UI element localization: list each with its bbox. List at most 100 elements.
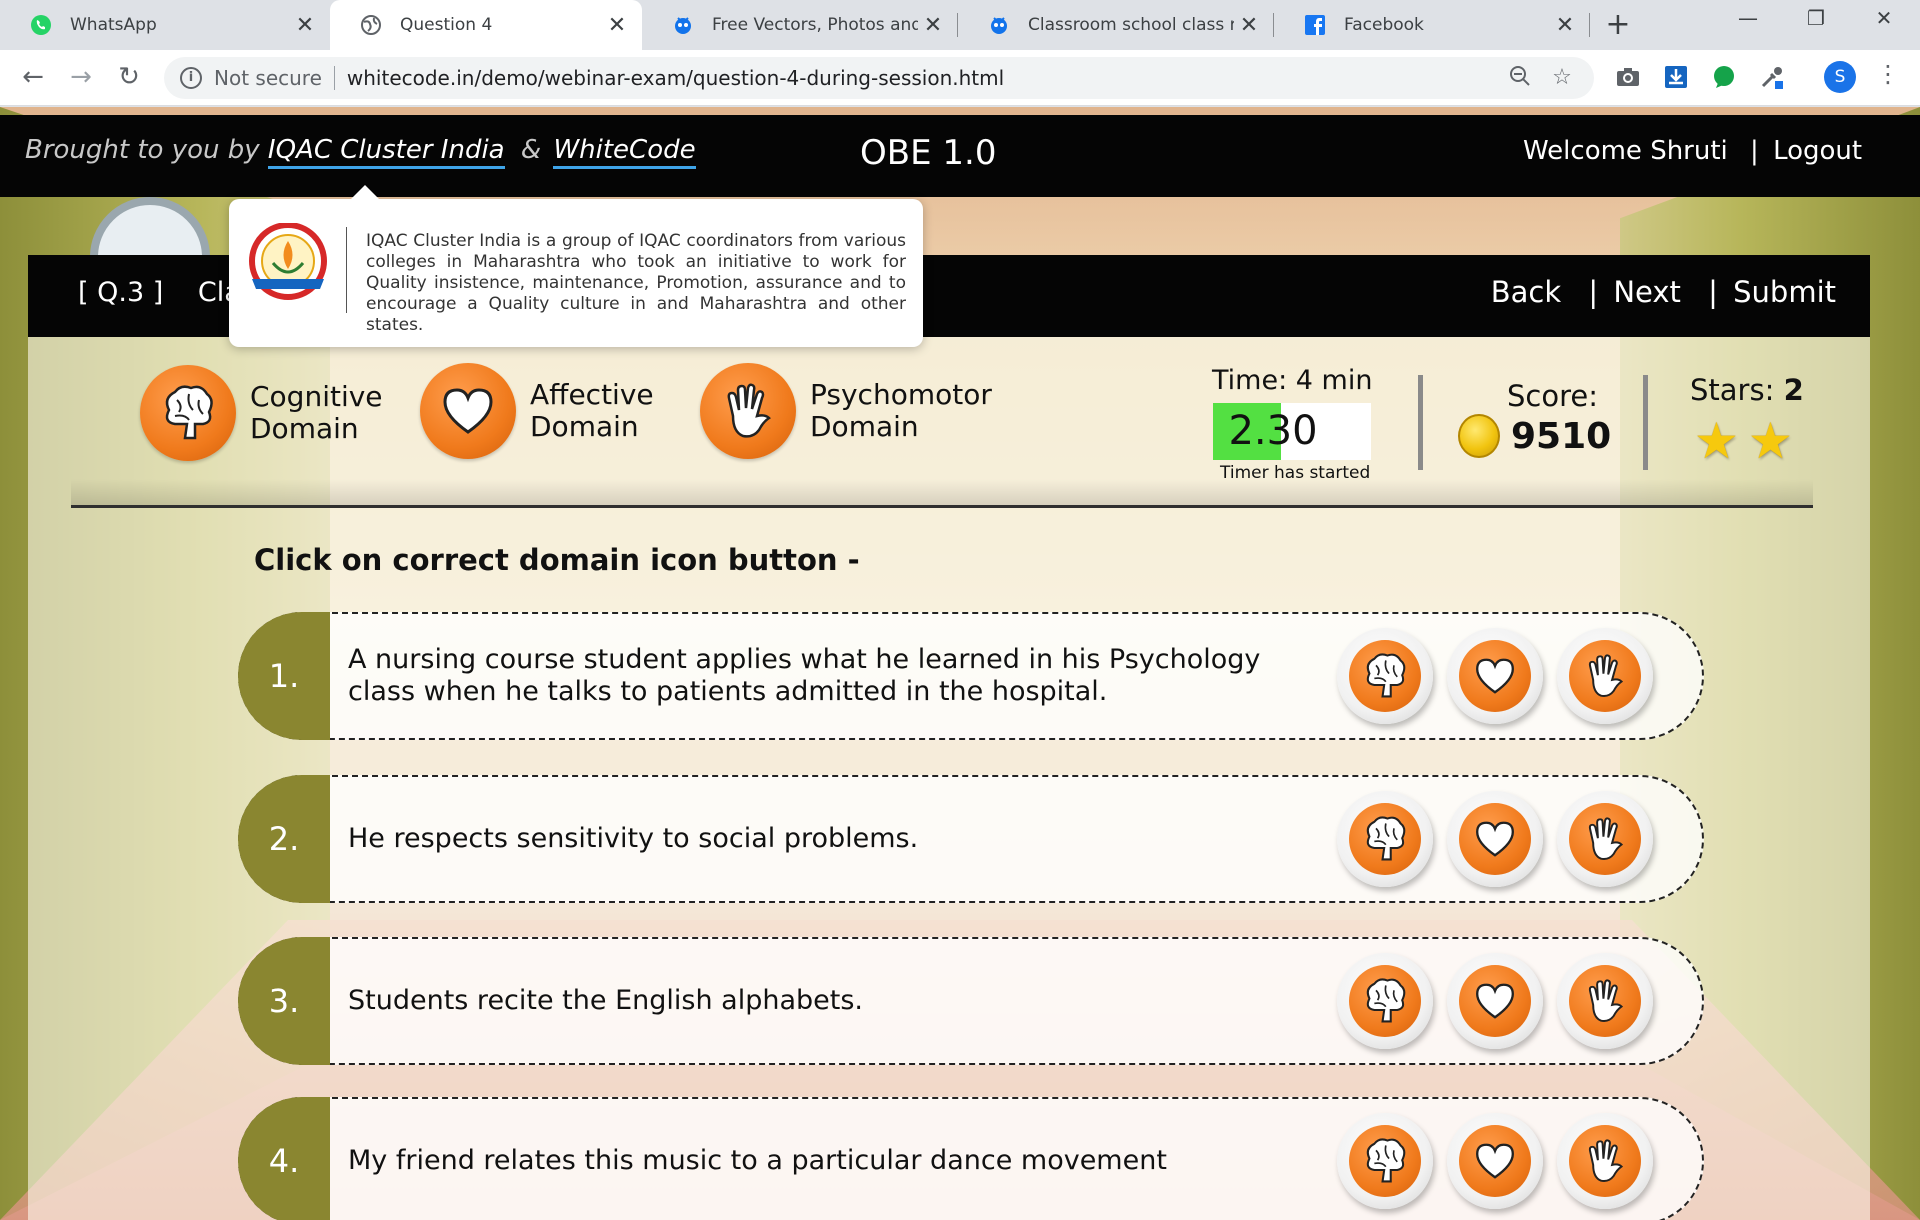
logout-link[interactable]: Logout xyxy=(1773,136,1862,166)
new-tab-button[interactable]: + xyxy=(1600,8,1636,44)
star-bookmark-icon[interactable]: ☆ xyxy=(1547,65,1577,90)
question-navigation: Back | Next | Submit xyxy=(1491,275,1836,309)
psychomotor-answer-button[interactable] xyxy=(1557,628,1653,724)
question-row: 1. A nursing course student applies what… xyxy=(238,612,1704,740)
next-button[interactable]: Next xyxy=(1613,275,1681,309)
close-icon[interactable]: ✕ xyxy=(602,13,632,38)
cognitive-answer-button[interactable] xyxy=(1337,953,1433,1049)
tab-facebook[interactable]: Facebook ✕ xyxy=(1274,0,1590,50)
url-text[interactable]: whitecode.in/demo/webinar-exam/question-… xyxy=(347,66,1004,90)
web-page: Brought to you by IQAC Cluster India & W… xyxy=(0,107,1920,1220)
close-icon[interactable]: ✕ xyxy=(918,13,948,38)
omnibox[interactable]: i Not secure whitecode.in/demo/webinar-e… xyxy=(164,57,1594,99)
tab-freepik-vectors[interactable]: Free Vectors, Photos and PSD ✕ xyxy=(642,0,958,50)
question-text: Students recite the English alphabets. xyxy=(348,985,863,1016)
affective-answer-button[interactable] xyxy=(1447,791,1543,887)
tab-title: Free Vectors, Photos and PSD xyxy=(712,15,918,35)
freepik-icon xyxy=(672,14,694,36)
star-icon: ★ xyxy=(1748,412,1793,470)
tab-title: Classroom school class room xyxy=(1028,15,1234,35)
question-text: My friend relates this music to a partic… xyxy=(348,1145,1167,1176)
question-text: A nursing course student applies what he… xyxy=(348,644,1261,707)
close-icon[interactable]: ✕ xyxy=(1550,13,1580,38)
psychomotor-answer-button[interactable] xyxy=(1557,953,1653,1049)
globe-icon xyxy=(360,14,382,36)
grammar-extension-icon[interactable] xyxy=(1710,63,1738,91)
reload-icon[interactable]: ↻ xyxy=(112,62,146,92)
iqac-info-tooltip: IQAC Cluster India is a group of IQAC co… xyxy=(229,185,923,347)
iqac-logo xyxy=(249,222,327,309)
freepik-icon xyxy=(988,14,1010,36)
score-label: Score: xyxy=(1507,379,1598,413)
brain-icon xyxy=(140,365,236,461)
star-icon: ★ xyxy=(1694,412,1739,470)
affective-answer-button[interactable] xyxy=(1447,953,1543,1049)
timer-label: Time: 4 min xyxy=(1212,365,1373,396)
welcome-text: Welcome Shruti xyxy=(1523,136,1728,166)
heart-icon xyxy=(1476,1143,1514,1179)
tab-classroom[interactable]: Classroom school class room ✕ xyxy=(958,0,1274,50)
tab-question-4[interactable]: Question 4 ✕ xyxy=(330,0,642,50)
tab-separator xyxy=(1589,13,1590,37)
iqac-link[interactable]: IQAC Cluster India xyxy=(267,135,505,169)
question-number: [ Q.3 ] Cla xyxy=(78,277,241,308)
hand-icon xyxy=(1588,1139,1624,1182)
score-value: 9510 xyxy=(1511,416,1612,457)
submit-button[interactable]: Submit xyxy=(1733,275,1836,309)
ampersand: & xyxy=(520,135,542,165)
stars-value: 2 xyxy=(1783,373,1804,407)
question-row: 2. He respects sensitivity to social pro… xyxy=(238,775,1704,903)
instruction-text: Click on correct domain icon button - xyxy=(254,543,860,577)
tab-whatsapp[interactable]: WhatsApp ✕ xyxy=(0,0,330,50)
separator: | xyxy=(1750,136,1759,166)
legend-label: Affective Domain xyxy=(530,378,654,443)
address-bar-row: ← → ↻ i Not secure whitecode.in/demo/web… xyxy=(0,50,1920,106)
camera-icon[interactable] xyxy=(1614,63,1642,91)
stat-divider xyxy=(1643,375,1648,470)
brought-prefix: Brought to you by xyxy=(25,135,260,165)
hand-icon xyxy=(1588,817,1624,860)
omnibox-divider xyxy=(333,66,335,90)
whitecode-link[interactable]: WhiteCode xyxy=(553,135,696,169)
restore-icon[interactable]: ❐ xyxy=(1786,6,1846,30)
forward-arrow-icon[interactable]: → xyxy=(64,62,98,92)
legend-affective-domain: Affective Domain xyxy=(420,363,654,459)
kebab-menu-icon[interactable]: ⋮ xyxy=(1876,60,1900,88)
heart-icon xyxy=(1476,658,1514,694)
user-menu: Welcome Shruti | Logout xyxy=(1523,136,1862,166)
affective-answer-button[interactable] xyxy=(1447,1113,1543,1209)
legend-psychomotor-domain: Psychomotor Domain xyxy=(700,363,992,459)
question-row: 4. My friend relates this music to a par… xyxy=(238,1097,1704,1220)
stars-label: Stars: xyxy=(1690,373,1775,407)
hand-icon xyxy=(700,363,796,459)
profile-avatar[interactable]: S xyxy=(1824,61,1856,93)
header-shadow xyxy=(71,479,1813,505)
info-icon[interactable]: i xyxy=(180,67,202,89)
close-icon[interactable]: ✕ xyxy=(290,13,320,38)
cognitive-answer-button[interactable] xyxy=(1337,628,1433,724)
minimize-icon[interactable]: — xyxy=(1718,6,1778,30)
back-button[interactable]: Back xyxy=(1491,275,1561,309)
back-arrow-icon[interactable]: ← xyxy=(16,62,50,92)
divider-line xyxy=(71,505,1813,508)
brain-icon xyxy=(1366,1138,1406,1183)
heart-icon xyxy=(1476,821,1514,857)
tab-title: WhatsApp xyxy=(70,15,157,35)
brain-icon xyxy=(1366,816,1406,861)
psychomotor-answer-button[interactable] xyxy=(1557,791,1653,887)
close-icon[interactable]: ✕ xyxy=(1234,13,1264,38)
psychomotor-answer-button[interactable] xyxy=(1557,1113,1653,1209)
download-icon[interactable] xyxy=(1662,63,1690,91)
zoom-out-icon[interactable] xyxy=(1505,65,1535,93)
eyedropper-icon[interactable] xyxy=(1758,63,1786,91)
affective-answer-button[interactable] xyxy=(1447,628,1543,724)
hand-icon xyxy=(1588,654,1624,697)
legend-label: Psychomotor Domain xyxy=(810,378,992,443)
tab-title: Facebook xyxy=(1344,15,1424,35)
cognitive-answer-button[interactable] xyxy=(1337,791,1433,887)
close-window-icon[interactable]: ✕ xyxy=(1854,6,1914,30)
site-header: Brought to you by IQAC Cluster India & W… xyxy=(0,115,1920,347)
security-label: Not secure xyxy=(214,66,322,90)
cognitive-answer-button[interactable] xyxy=(1337,1113,1433,1209)
legend-label: Cognitive Domain xyxy=(250,380,383,445)
